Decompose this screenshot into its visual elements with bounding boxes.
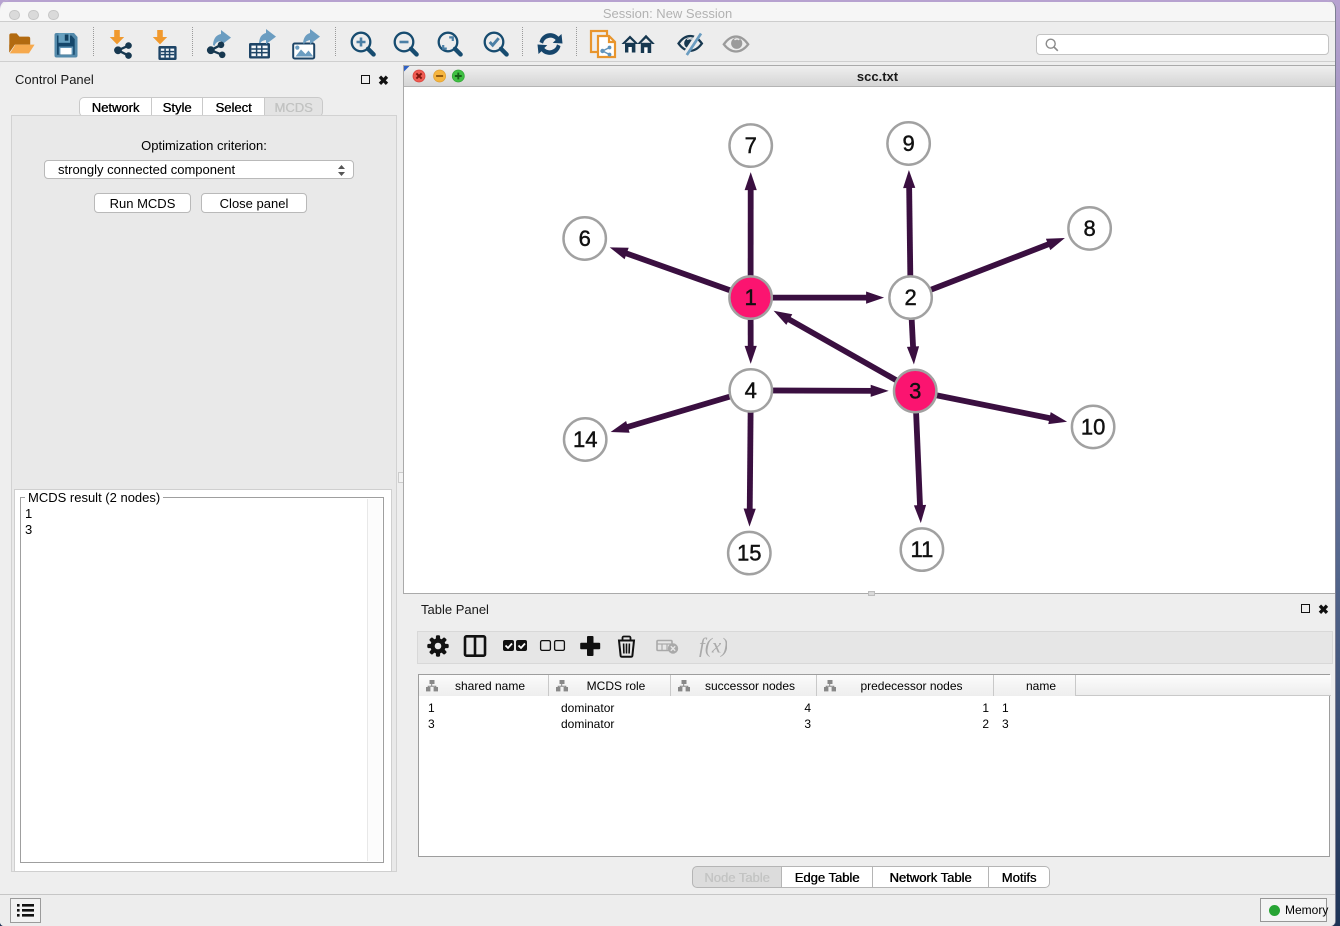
svg-text:14: 14 <box>573 427 597 452</box>
svg-text:f(x): f(x) <box>699 634 727 658</box>
svg-text:7: 7 <box>745 133 757 158</box>
svg-text:9: 9 <box>902 131 914 156</box>
svg-text:10: 10 <box>1081 414 1105 439</box>
svg-text:4: 4 <box>745 378 757 403</box>
svg-text:15: 15 <box>737 541 761 566</box>
svg-text:6: 6 <box>579 226 591 251</box>
svg-text:2: 2 <box>904 285 916 310</box>
svg-text:1: 1 <box>744 285 756 310</box>
svg-text:3: 3 <box>909 379 921 404</box>
svg-text:11: 11 <box>910 537 933 562</box>
svg-text:8: 8 <box>1083 216 1095 241</box>
